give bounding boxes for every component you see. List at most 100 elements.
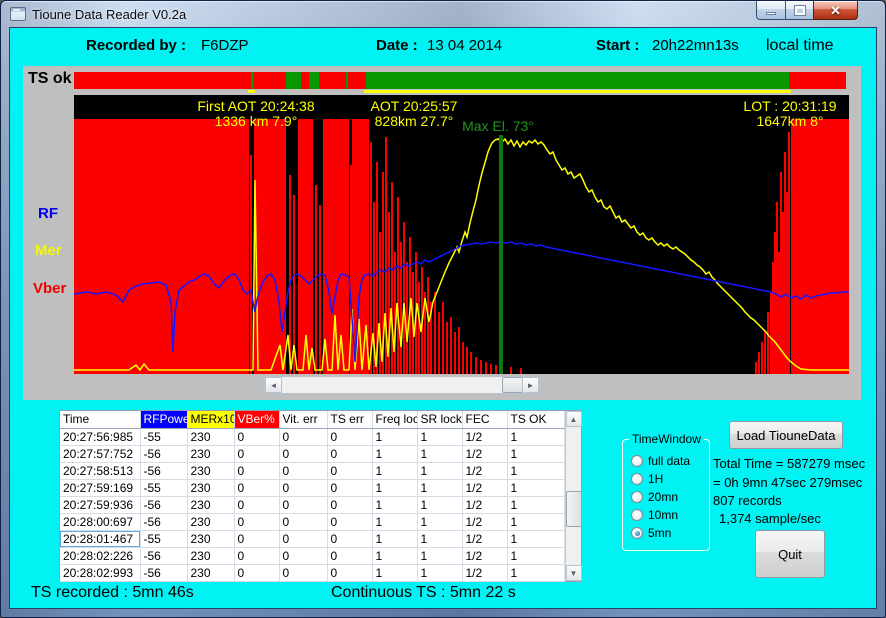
- minimize-button[interactable]: [756, 1, 786, 20]
- table-cell: 1: [417, 462, 462, 479]
- table-row[interactable]: 20:27:58:513-56230000111/21: [60, 462, 564, 479]
- column-header-sr-lock[interactable]: SR lock: [417, 411, 462, 428]
- table-cell: 0: [279, 513, 327, 530]
- legend-mer: Mer: [35, 242, 62, 259]
- table-cell: 1: [372, 547, 417, 564]
- table-cell: 0: [279, 462, 327, 479]
- records-count: 807 records: [713, 493, 782, 508]
- table-cell: 230: [187, 445, 234, 462]
- table-cell: 0: [234, 530, 279, 547]
- radio-1H[interactable]: 1H: [631, 470, 705, 488]
- table-cell: 230: [187, 547, 234, 564]
- table-cell: 0: [234, 462, 279, 479]
- table-cell: 20:28:00:697: [60, 513, 140, 530]
- radio-label: 10mn: [648, 508, 678, 522]
- ts-status-bar: [74, 72, 846, 89]
- column-header-freq-lock[interactable]: Freq lock: [372, 411, 417, 428]
- app-icon: [10, 7, 26, 21]
- table-cell: 1: [417, 513, 462, 530]
- radio-label: 1H: [648, 472, 663, 486]
- table-cell: 230: [187, 564, 234, 581]
- table-cell: 1: [372, 496, 417, 513]
- scroll-up-icon[interactable]: ▲: [566, 411, 582, 427]
- table-cell: 1/2: [462, 496, 507, 513]
- table-cell: -56: [140, 564, 187, 581]
- radio-icon[interactable]: [631, 509, 643, 521]
- ts-segment-red: [74, 72, 251, 89]
- column-header-merx10[interactable]: MERx10: [187, 411, 234, 428]
- table-cell: 20:27:59:936: [60, 496, 140, 513]
- radio-icon[interactable]: [631, 455, 643, 467]
- table-cell: 1/2: [462, 513, 507, 530]
- table-scrollbar-thumb[interactable]: [566, 491, 582, 527]
- table-cell: 0: [279, 564, 327, 581]
- table-cell: 0: [234, 496, 279, 513]
- radio-full-data[interactable]: full data: [631, 452, 705, 470]
- table-cell: 230: [187, 530, 234, 547]
- quit-button[interactable]: Quit: [755, 530, 825, 578]
- ts-segment-green: [309, 72, 319, 89]
- table-row[interactable]: 20:28:02:993-56230000111/21: [60, 564, 564, 581]
- table-cell: 0: [327, 547, 372, 564]
- radio-icon[interactable]: [631, 527, 643, 539]
- table-scrollbar[interactable]: ▲ ▼: [565, 411, 582, 581]
- radio-icon[interactable]: [631, 473, 643, 485]
- table-cell: -55: [140, 428, 187, 445]
- table-row[interactable]: 20:28:01:467-55230000111/21: [60, 530, 564, 547]
- table-row[interactable]: 20:27:56:985-55230000111/21: [60, 428, 564, 445]
- table-cell: -55: [140, 530, 187, 547]
- column-header-fec[interactable]: FEC: [462, 411, 507, 428]
- ts-segment-red: [319, 72, 346, 89]
- continuous-ts-label: Continuous TS : 5mn 22 s: [331, 584, 516, 602]
- date-value: 13 04 2014: [427, 37, 502, 54]
- scroll-left-icon[interactable]: ◄: [265, 377, 282, 393]
- table-cell: 1: [417, 428, 462, 445]
- table-cell: -56: [140, 513, 187, 530]
- chart-annotation-3: LOT : 20:31:191647km 8°: [743, 99, 836, 129]
- close-icon: ✕: [830, 4, 841, 17]
- legend-vber: Vber: [33, 280, 66, 297]
- column-header-vit-err[interactable]: Vit. err: [279, 411, 327, 428]
- ts-segment-red: [348, 72, 366, 89]
- table-cell: 20:27:57:752: [60, 445, 140, 462]
- minimize-icon: [766, 12, 776, 15]
- radio-icon[interactable]: [631, 491, 643, 503]
- column-header-vber-[interactable]: VBer%: [234, 411, 279, 428]
- table-row[interactable]: 20:27:59:169-55230000111/21: [60, 479, 564, 496]
- table-row[interactable]: 20:27:57:752-56230000111/21: [60, 445, 564, 462]
- recorded-by-value: F6DZP: [201, 37, 249, 54]
- chart-scrollbar[interactable]: ◄ ►: [264, 376, 540, 394]
- table-cell: 1/2: [462, 479, 507, 496]
- table-cell: 1/2: [462, 564, 507, 581]
- close-button[interactable]: ✕: [813, 1, 858, 20]
- table-cell: 1/2: [462, 547, 507, 564]
- radio-5mn[interactable]: 5mn: [631, 524, 705, 542]
- column-header-rfpower[interactable]: RFPower: [140, 411, 187, 428]
- table-cell: 1: [507, 479, 564, 496]
- radio-20mn[interactable]: 20mn: [631, 488, 705, 506]
- table-cell: 230: [187, 428, 234, 445]
- scroll-right-icon[interactable]: ►: [522, 377, 539, 393]
- table-cell: 20:27:56:985: [60, 428, 140, 445]
- time-window-label: TimeWindow: [629, 432, 704, 446]
- titlebar[interactable]: Tioune Data Reader V0.2a: [1, 1, 885, 27]
- table-row[interactable]: 20:28:02:226-56230000111/21: [60, 547, 564, 564]
- column-header-ts-err[interactable]: TS err: [327, 411, 372, 428]
- table-cell: 1: [372, 428, 417, 445]
- table-cell: 1: [417, 445, 462, 462]
- table-cell: 0: [279, 547, 327, 564]
- window-controls: ✕: [757, 1, 858, 20]
- table-row[interactable]: 20:28:00:697-56230000111/21: [60, 513, 564, 530]
- table-cell: 230: [187, 462, 234, 479]
- table-row[interactable]: 20:27:59:936-56230000111/21: [60, 496, 564, 513]
- load-tiounedata-button[interactable]: Load TiouneData: [729, 421, 843, 449]
- data-grid: TimeRFPowerMERx10VBer%Vit. errTS errFreq…: [59, 410, 582, 582]
- table-cell: 0: [279, 445, 327, 462]
- radio-10mn[interactable]: 10mn: [631, 506, 705, 524]
- table-cell: 0: [234, 513, 279, 530]
- maximize-button[interactable]: [785, 1, 814, 20]
- column-header-time[interactable]: Time: [60, 411, 140, 428]
- scroll-down-icon[interactable]: ▼: [566, 565, 582, 581]
- radio-label: 20mn: [648, 490, 678, 504]
- column-header-ts-ok[interactable]: TS OK: [507, 411, 564, 428]
